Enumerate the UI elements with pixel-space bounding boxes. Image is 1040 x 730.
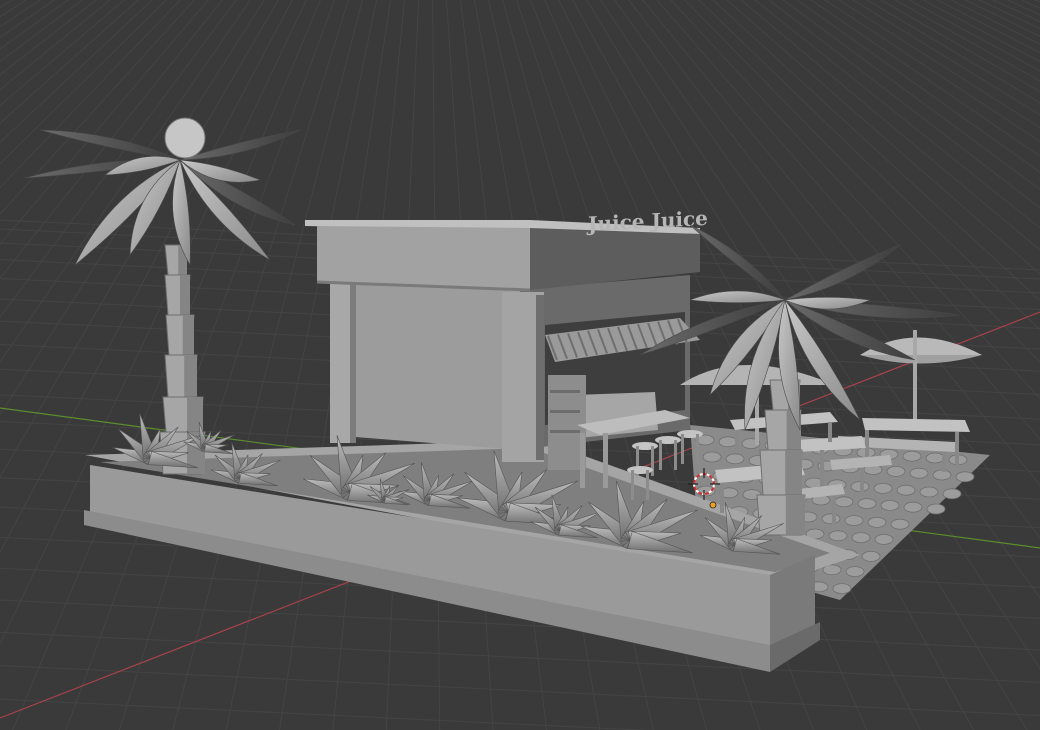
3d-viewport[interactable]: Juice Juice	[0, 0, 1040, 730]
palm-tree-left	[24, 117, 301, 475]
kiosk-front-wall	[330, 280, 520, 450]
juice-stand-model[interactable]: Juice Juice	[24, 117, 990, 672]
kiosk-roof-front	[317, 226, 530, 290]
object-origin-dot	[709, 501, 717, 509]
